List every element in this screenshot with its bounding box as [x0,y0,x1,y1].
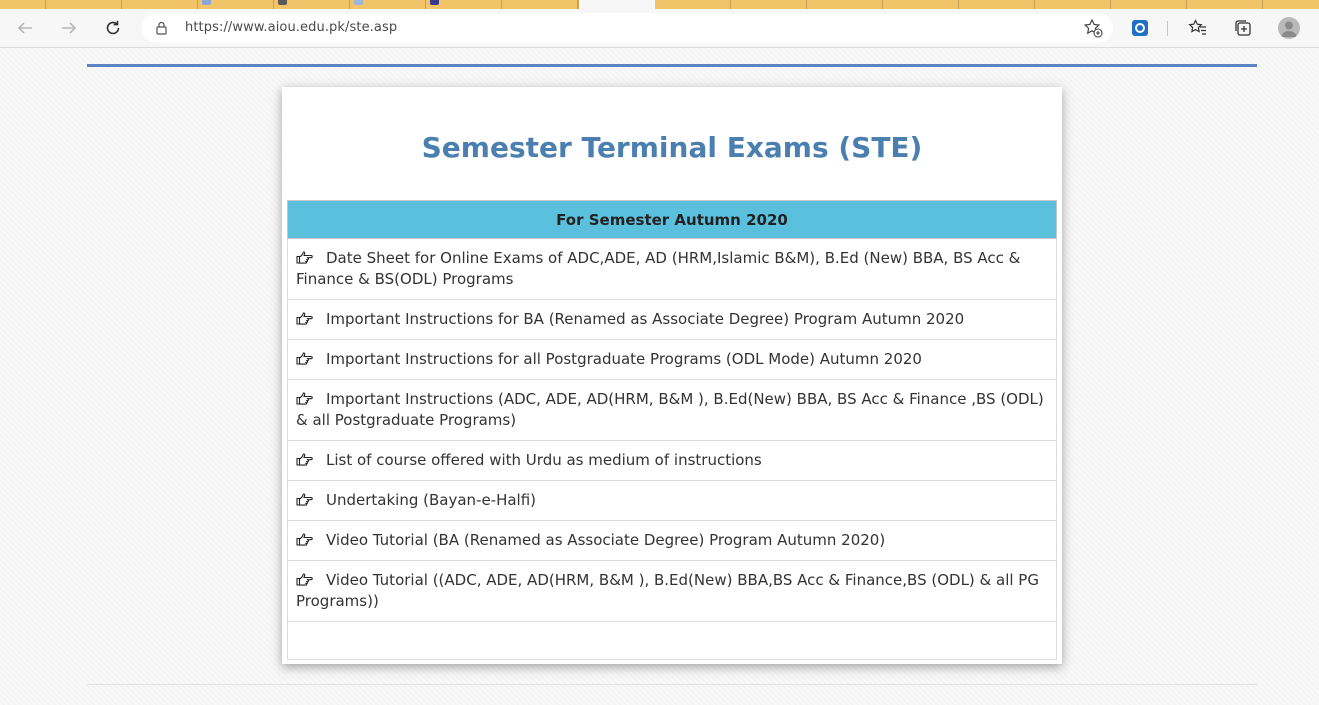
page-icon [202,0,211,5]
browser-tab-4[interactable] [198,0,274,9]
link-cell: Important Instructions for all Postgradu… [287,339,1057,380]
browser-tab-active[interactable] [578,0,655,9]
url-text[interactable]: https://www.aiou.edu.pk/ste.asp [185,20,397,35]
pointing-hand-icon [296,573,313,586]
pointing-hand-icon [296,312,313,325]
page-icon [430,0,439,5]
table-row: Important Instructions for BA (Renamed a… [287,299,1057,340]
link-cell: Important Instructions for BA (Renamed a… [287,299,1057,340]
browser-tab-7[interactable] [426,0,502,9]
collections-icon[interactable] [1233,18,1253,38]
table-row: Video Tutorial (BA (Renamed as Associate… [287,520,1057,561]
ste-link[interactable]: List of course offered with Urdu as medi… [326,451,762,469]
pointing-hand-icon [296,392,313,405]
extension-icon[interactable] [1130,18,1150,38]
link-cell: Important Instructions (ADC, ADE, AD(HRM… [287,379,1057,441]
ste-link[interactable]: Important Instructions for all Postgradu… [326,350,922,368]
browser-tab-17[interactable] [1187,0,1263,9]
table-row: Undertaking (Bayan-e-Halfi) [287,480,1057,521]
browser-tab-12[interactable] [807,0,883,9]
table-row: Video Tutorial ((ADC, ADE, AD(HRM, B&M )… [287,560,1057,622]
link-cell: Undertaking (Bayan-e-Halfi) [287,480,1057,521]
browser-tab-3[interactable] [122,0,198,9]
ste-links-table: For Semester Autumn 2020 Date Sheet for … [287,200,1057,660]
link-cell: Video Tutorial (BA (Renamed as Associate… [287,520,1057,561]
page-title: Semester Terminal Exams (STE) [421,131,923,164]
table-header: For Semester Autumn 2020 [287,200,1057,239]
user-icon [1281,21,1297,37]
content-card: Semester Terminal Exams (STE) For Semest… [282,87,1062,664]
pointing-hand-icon [296,251,313,264]
pointing-hand-icon [296,453,313,466]
forward-arrow-icon [62,22,77,34]
page-icon [278,0,287,5]
browser-tab-14[interactable] [959,0,1035,9]
lock-icon[interactable] [156,21,167,35]
ste-link[interactable]: Important Instructions (ADC, ADE, AD(HRM… [296,390,1044,429]
profile-avatar[interactable] [1278,17,1300,39]
footer-divider [87,684,1257,685]
table-row: Date Sheet for Online Exams of ADC,ADE, … [287,238,1057,300]
toolbar-separator [1167,21,1168,36]
link-cell: List of course offered with Urdu as medi… [287,440,1057,481]
address-bar[interactable]: https://www.aiou.edu.pk/ste.asp [142,13,1113,43]
table-row-empty [287,621,1057,660]
ste-link[interactable]: Important Instructions for BA (Renamed a… [326,310,964,328]
link-cell: Video Tutorial ((ADC, ADE, AD(HRM, B&M )… [287,560,1057,622]
header-divider [87,64,1257,67]
browser-tab-11[interactable] [731,0,807,9]
browser-tab-16[interactable] [1111,0,1187,9]
browser-tab-5[interactable] [274,0,350,9]
favorites-icon[interactable] [1188,18,1208,38]
pointing-hand-icon [296,533,313,546]
link-cell: Date Sheet for Online Exams of ADC,ADE, … [287,238,1057,300]
ste-link[interactable]: Video Tutorial (BA (Renamed as Associate… [326,531,885,549]
table-row: List of course offered with Urdu as medi… [287,440,1057,481]
browser-tab-2[interactable] [46,0,122,9]
page-content: Semester Terminal Exams (STE) For Semest… [0,48,1319,705]
browser-tab-10[interactable] [655,0,731,9]
refresh-icon [106,20,120,35]
ste-link[interactable]: Undertaking (Bayan-e-Halfi) [326,491,536,509]
pointing-hand-icon [296,352,313,365]
browser-toolbar: https://www.aiou.edu.pk/ste.asp [0,9,1319,48]
browser-tab-6[interactable] [350,0,426,9]
page-icon [354,0,363,5]
table-row: Important Instructions (ADC, ADE, AD(HRM… [287,379,1057,441]
browser-tab-8[interactable] [502,0,578,9]
browser-tab-18[interactable] [1263,0,1319,9]
ste-link[interactable]: Date Sheet for Online Exams of ADC,ADE, … [296,249,1020,288]
forward-button[interactable] [57,17,81,39]
empty-cell [287,621,1057,660]
back-button[interactable] [13,17,37,39]
pointing-hand-icon [296,493,313,506]
browser-tab-13[interactable] [883,0,959,9]
tab-strip [0,0,1319,9]
refresh-button[interactable] [101,17,125,39]
browser-tab-15[interactable] [1035,0,1111,9]
back-arrow-icon [17,22,32,34]
browser-tab-1[interactable] [0,0,46,9]
ste-link[interactable]: Video Tutorial ((ADC, ADE, AD(HRM, B&M )… [296,571,1039,610]
table-row: Important Instructions for all Postgradu… [287,339,1057,380]
add-favorite-icon[interactable] [1083,18,1103,38]
